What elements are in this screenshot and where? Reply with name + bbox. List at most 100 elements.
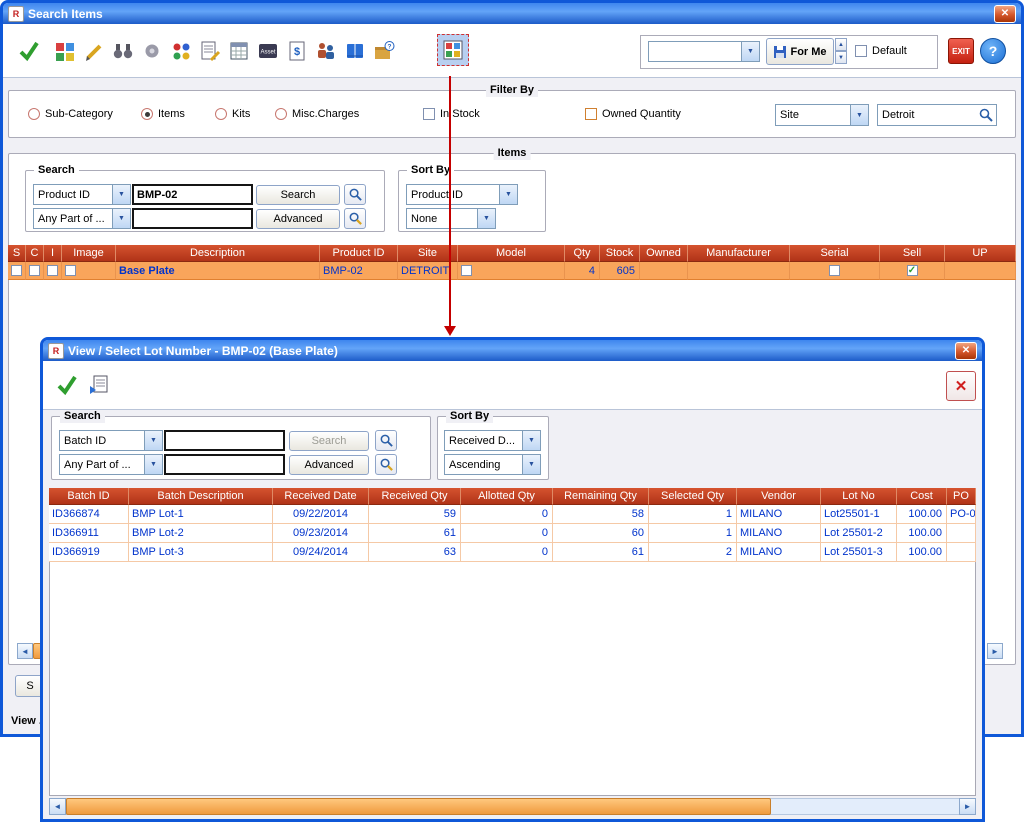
owned-quantity-checkbox[interactable] (585, 108, 597, 120)
radio-misc-charges-label[interactable]: Misc.Charges (292, 108, 359, 120)
for-me-button[interactable]: For Me (766, 38, 834, 65)
notes-icon[interactable] (196, 37, 224, 65)
column-header[interactable]: Vendor (737, 488, 821, 505)
dialog-sort2-combo[interactable]: Ascending▼ (444, 454, 541, 475)
asset-icon[interactable]: Asset (254, 37, 282, 65)
radio-kits-label[interactable]: Kits (232, 108, 250, 120)
row-checkbox-serial[interactable] (829, 265, 840, 276)
dialog-search-button[interactable]: Search (289, 431, 369, 451)
owned-quantity-label[interactable]: Owned Quantity (602, 108, 681, 120)
chevron-down-icon[interactable]: ▼ (144, 431, 162, 450)
spinner-down-icon[interactable]: ▼ (835, 51, 847, 64)
column-header[interactable]: Owned (640, 245, 688, 262)
chevron-down-icon[interactable]: ▼ (522, 431, 540, 450)
search-field1-combo[interactable]: Product ID▼ (33, 184, 131, 205)
row-checkbox-c[interactable] (29, 265, 40, 276)
row-checkbox-image[interactable] (65, 265, 76, 276)
chevron-down-icon[interactable]: ▼ (477, 209, 495, 228)
dialog-hscroll-left-arrow[interactable]: ◄ (49, 798, 66, 815)
preset-combo[interactable]: ▼ (648, 41, 760, 62)
search-value2-input[interactable] (132, 208, 253, 229)
chevron-down-icon[interactable]: ▼ (522, 455, 540, 474)
main-close-button[interactable]: ✕ (994, 5, 1016, 23)
chevron-down-icon[interactable]: ▼ (112, 209, 130, 228)
column-header[interactable]: Received Qty (369, 488, 461, 505)
sort1-combo[interactable]: Product ID▼ (406, 184, 518, 205)
column-header[interactable]: S (8, 245, 26, 262)
items-hscroll-left-arrow[interactable]: ◄ (17, 643, 33, 659)
radio-sub-category-label[interactable]: Sub-Category (45, 108, 113, 120)
column-header[interactable]: Qty (565, 245, 600, 262)
radio-items-label[interactable]: Items (158, 108, 185, 120)
customers-icon[interactable] (312, 37, 340, 65)
dialog-search-magnifier-button[interactable] (375, 430, 397, 451)
lot-table-row[interactable]: ID366911 BMP Lot-2 09/23/2014 61 0 60 1 … (49, 524, 976, 543)
column-header[interactable]: Description (116, 245, 320, 262)
search-value1-input[interactable] (132, 184, 253, 205)
dialog-hscroll-right-arrow[interactable]: ► (959, 798, 976, 815)
calculator-icon[interactable] (225, 37, 253, 65)
default-checkbox-label[interactable]: Default (872, 45, 907, 57)
find-icon[interactable] (109, 37, 137, 65)
advanced-button[interactable]: Advanced (256, 209, 340, 229)
dialog-titlebar[interactable]: R View / Select Lot Number - BMP-02 (Bas… (43, 340, 982, 361)
dialog-cancel-icon[interactable]: ✕ (946, 371, 976, 401)
dialog-close-button[interactable]: ✕ (955, 342, 977, 360)
search-field2-combo[interactable]: Any Part of ...▼ (33, 208, 131, 229)
column-header[interactable]: I (44, 245, 62, 262)
column-header[interactable]: Product ID (320, 245, 398, 262)
column-header[interactable]: Lot No (821, 488, 897, 505)
column-header[interactable]: Image (62, 245, 116, 262)
catalog-icon[interactable] (341, 37, 369, 65)
dialog-advanced-button[interactable]: Advanced (289, 455, 369, 475)
chevron-down-icon[interactable]: ▼ (499, 185, 517, 204)
in-stock-label[interactable]: In Stock (440, 108, 480, 120)
confirm-icon[interactable] (53, 371, 81, 399)
dialog-field2-combo[interactable]: Any Part of ...▼ (59, 454, 163, 475)
hand-icon[interactable] (138, 37, 166, 65)
row-checkbox-model[interactable] (461, 265, 472, 276)
radio-sub-category[interactable] (28, 108, 40, 120)
edit-icon[interactable] (80, 37, 108, 65)
site-combo[interactable]: Site ▼ (775, 104, 869, 126)
lot-table-row[interactable]: ID366874 BMP Lot-1 09/22/2014 59 0 58 1 … (49, 505, 976, 524)
column-header[interactable]: C (26, 245, 44, 262)
chevron-down-icon[interactable]: ▼ (850, 105, 868, 125)
default-checkbox[interactable] (855, 45, 867, 57)
new-item-icon[interactable] (51, 37, 79, 65)
column-header[interactable]: Allotted Qty (461, 488, 553, 505)
paste-lot-icon[interactable] (85, 371, 113, 399)
dialog-advanced-magnifier-button[interactable] (375, 454, 397, 475)
column-header[interactable]: UP (945, 245, 1016, 262)
row-checkbox-s[interactable] (11, 265, 22, 276)
dialog-value1-input[interactable] (164, 430, 285, 451)
row-checkbox-sell[interactable]: ✓ (907, 265, 918, 276)
radio-kits[interactable] (215, 108, 227, 120)
column-header[interactable]: Batch Description (129, 488, 273, 505)
package-help-icon[interactable]: ? (370, 37, 398, 65)
radio-misc-charges[interactable] (275, 108, 287, 120)
column-header[interactable]: Batch ID (49, 488, 129, 505)
items-table-row[interactable]: Base Plate BMP-02 DETROIT 4 605 ✓ (8, 262, 1016, 280)
lot-table-row[interactable]: ID366919 BMP Lot-3 09/24/2014 63 0 61 2 … (49, 543, 976, 562)
lot-number-icon[interactable] (439, 36, 467, 64)
column-header[interactable]: Remaining Qty (553, 488, 649, 505)
column-header[interactable]: Sell (880, 245, 945, 262)
column-header[interactable]: PO (947, 488, 976, 505)
sort2-combo[interactable]: None▼ (406, 208, 496, 229)
chevron-down-icon[interactable]: ▼ (144, 455, 162, 474)
column-header[interactable]: Model (458, 245, 565, 262)
search-icon[interactable] (978, 107, 994, 123)
advanced-magnifier-button[interactable] (344, 208, 366, 229)
row-checkbox-i[interactable] (47, 265, 58, 276)
column-header[interactable]: Received Date (273, 488, 369, 505)
help-button[interactable]: ? (980, 38, 1006, 64)
column-header[interactable]: Serial (790, 245, 880, 262)
options-icon[interactable] (167, 37, 195, 65)
spinner-up-icon[interactable]: ▲ (835, 38, 847, 51)
dialog-sort1-combo[interactable]: Received D...▼ (444, 430, 541, 451)
radio-items[interactable] (141, 108, 153, 120)
column-header[interactable]: Cost (897, 488, 947, 505)
items-hscroll-right-arrow[interactable]: ► (987, 643, 1003, 659)
price-sheet-icon[interactable]: $ (283, 37, 311, 65)
